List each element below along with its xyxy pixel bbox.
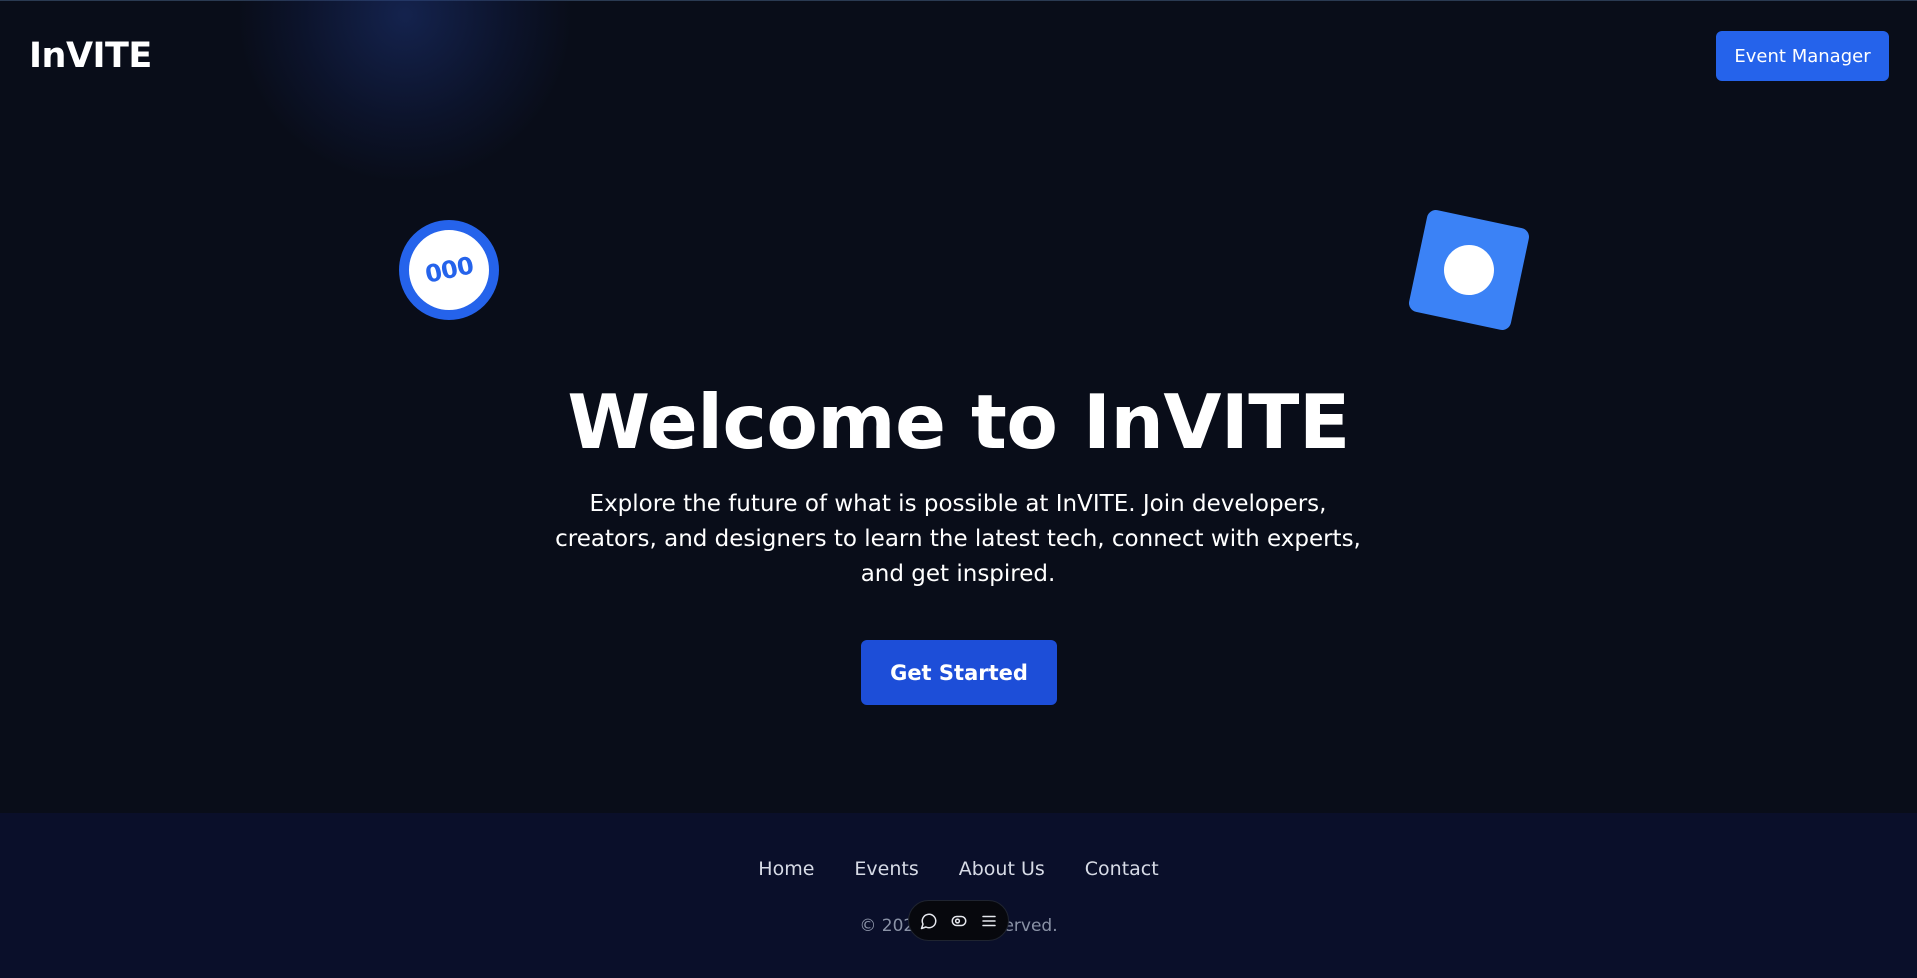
decorative-dot bbox=[1439, 240, 1499, 300]
badge-text: 000 bbox=[422, 251, 476, 289]
footer-link-about-us[interactable]: About Us bbox=[959, 858, 1045, 880]
floating-toolbar bbox=[908, 900, 1009, 941]
site-header: InVITE Event Manager bbox=[0, 0, 1917, 115]
event-manager-button[interactable]: Event Manager bbox=[1716, 31, 1889, 81]
site-logo[interactable]: InVITE bbox=[29, 36, 152, 76]
footer-link-home[interactable]: Home bbox=[758, 858, 814, 880]
decorative-badge: 000 bbox=[399, 220, 499, 320]
menu-icon[interactable] bbox=[980, 912, 998, 930]
footer-nav: Home Events About Us Contact bbox=[0, 858, 1917, 880]
site-footer: Home Events About Us Contact © 2024 InV … bbox=[0, 813, 1917, 978]
comment-icon[interactable] bbox=[920, 912, 938, 930]
get-started-button[interactable]: Get Started bbox=[861, 640, 1057, 705]
eye-icon[interactable] bbox=[950, 912, 968, 930]
hero-description: Explore the future of what is possible a… bbox=[555, 491, 1361, 587]
footer-link-events[interactable]: Events bbox=[854, 858, 918, 880]
decorative-square bbox=[1407, 208, 1531, 332]
footer-link-contact[interactable]: Contact bbox=[1085, 858, 1159, 880]
page: InVITE Event Manager 000 Welcome to InVI… bbox=[0, 0, 1917, 978]
hero-title: Welcome to InVITE bbox=[567, 378, 1350, 466]
